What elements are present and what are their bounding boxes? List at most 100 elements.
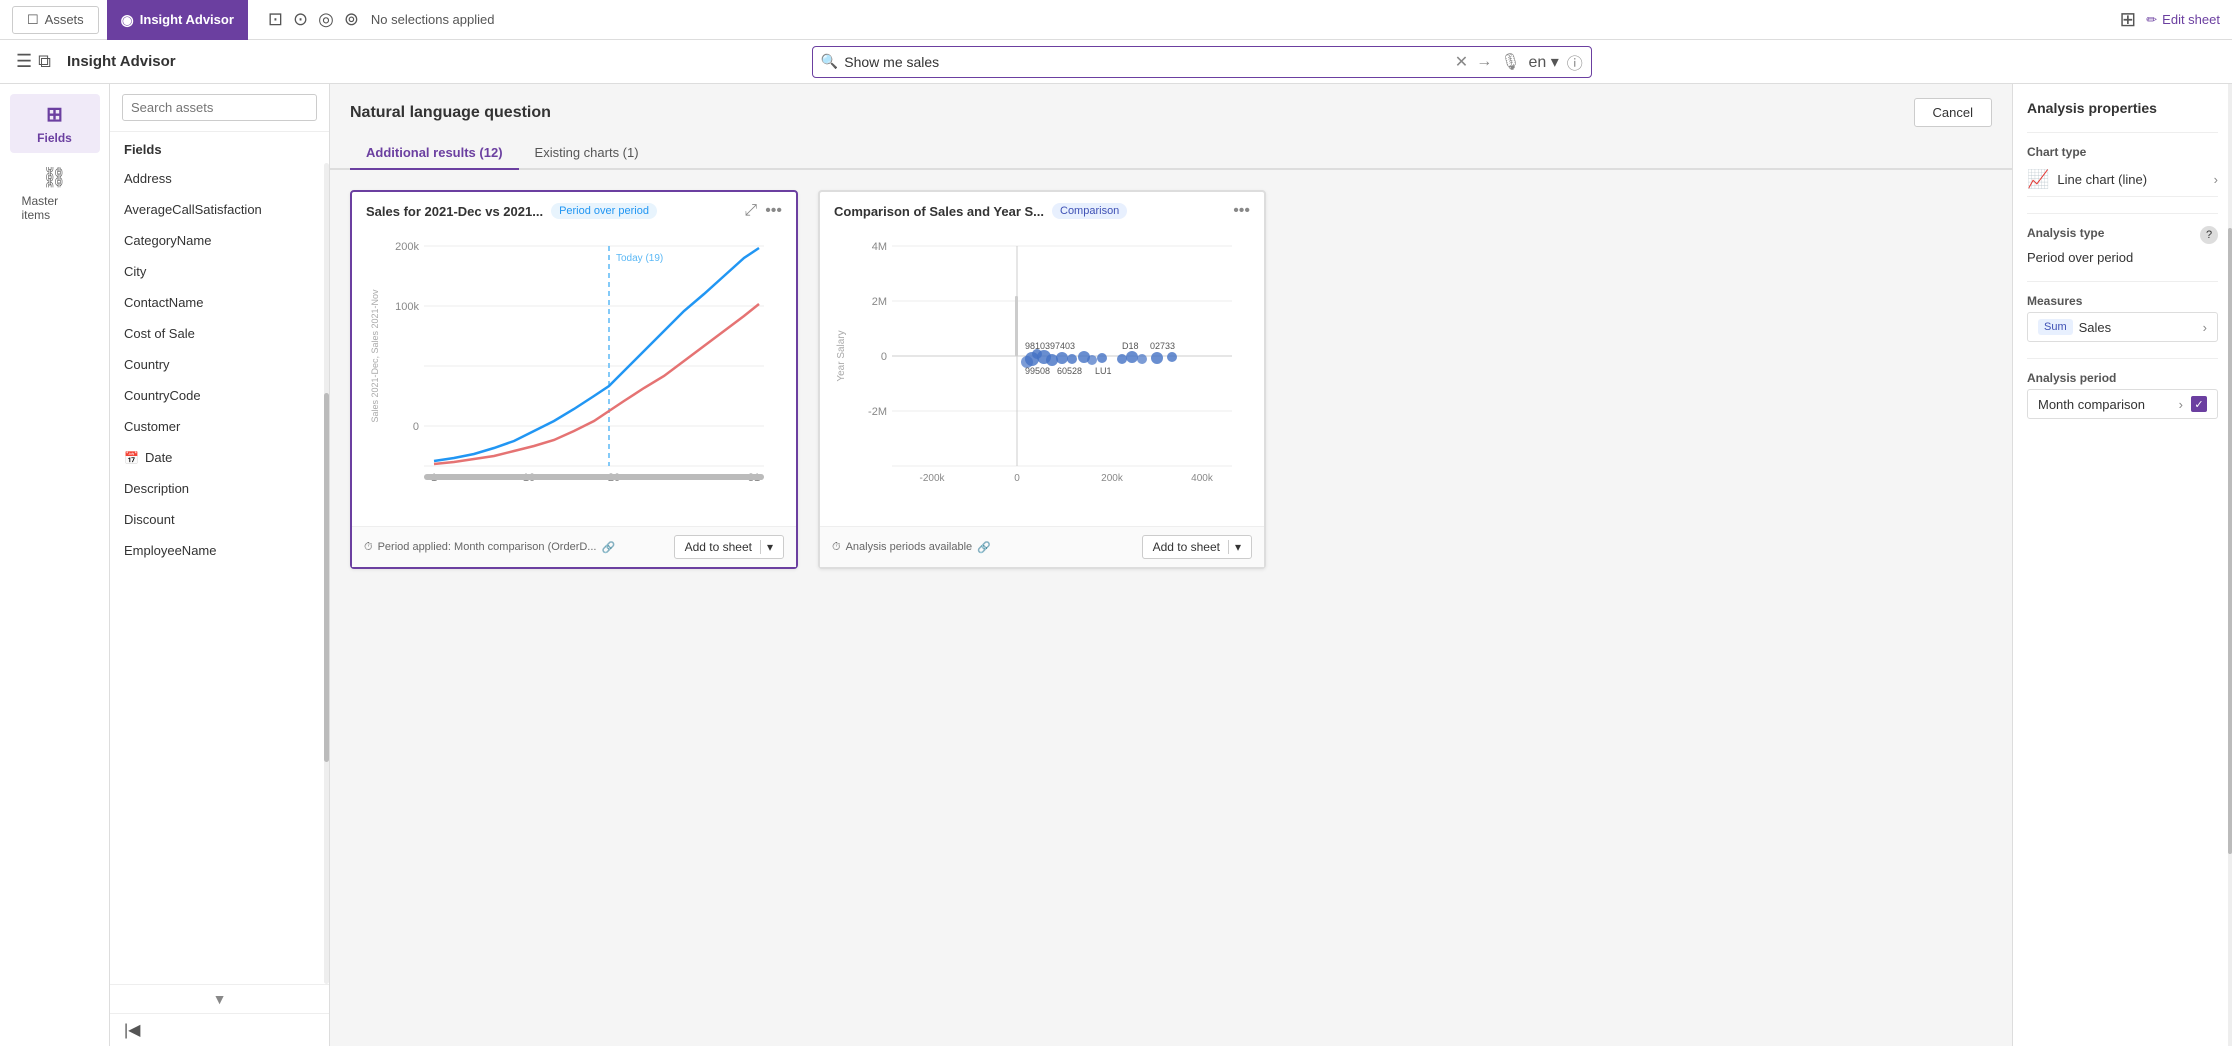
charts-grid: Sales for 2021-Dec vs 2021... Period ove…: [330, 170, 2012, 1046]
sidebar-item-master-items[interactable]: ⛓ Master items: [10, 157, 100, 230]
measures-row[interactable]: Sum Sales ›: [2027, 312, 2218, 342]
scope-icon[interactable]: ◎: [318, 9, 334, 30]
field-item[interactable]: Description: [110, 473, 329, 504]
month-comparison-checkbox[interactable]: ✓: [2191, 396, 2207, 412]
fields-scrollbar-track: [324, 163, 329, 984]
fields-scroll-down[interactable]: ▼: [110, 984, 329, 1013]
cancel-button[interactable]: Cancel: [1914, 98, 1992, 127]
field-name: EmployeeName: [124, 543, 217, 558]
svg-text:97403: 97403: [1050, 341, 1075, 351]
link-icon[interactable]: 🔗: [601, 541, 615, 554]
lasso-icon[interactable]: ⊙: [293, 9, 308, 30]
search-arrow-icon[interactable]: →: [1476, 53, 1492, 71]
circle-select-icon[interactable]: ⊚: [344, 9, 359, 30]
field-item[interactable]: CountryCode: [110, 380, 329, 411]
line-chart-icon: 📈: [2027, 169, 2049, 190]
microphone-icon[interactable]: 🎙: [1500, 52, 1520, 72]
field-item[interactable]: CategoryName: [110, 225, 329, 256]
chart2-actions: •••: [1233, 202, 1250, 220]
chart1-footer-left: ⏱ Period applied: Month comparison (Orde…: [364, 541, 615, 554]
chart-type-chevron[interactable]: ›: [2214, 172, 2218, 187]
field-item[interactable]: Discount: [110, 504, 329, 535]
clock2-icon: ⏱: [832, 541, 841, 554]
search-magnifier-icon: 🔍: [821, 53, 838, 70]
chart1-title: Sales for 2021-Dec vs 2021...: [366, 204, 543, 219]
field-name: City: [124, 264, 146, 279]
field-item[interactable]: ContactName: [110, 287, 329, 318]
svg-text:0: 0: [413, 421, 419, 433]
fields-list: Address AverageCallSatisfaction CategoryNa…: [110, 163, 329, 566]
svg-text:0: 0: [1014, 473, 1020, 484]
svg-text:D18: D18: [1122, 341, 1139, 351]
right-panel-title: Analysis properties: [2027, 100, 2218, 116]
field-name: CountryCode: [124, 388, 201, 403]
chart2-add-sheet-btn[interactable]: Add to sheet ▾: [1142, 535, 1252, 559]
field-name: Cost of Sale: [124, 326, 195, 341]
link2-icon[interactable]: 🔗: [977, 541, 991, 554]
field-item[interactable]: City: [110, 256, 329, 287]
chart1-more-icon[interactable]: •••: [765, 202, 782, 220]
svg-text:2M: 2M: [872, 296, 887, 308]
field-item[interactable]: Cost of Sale: [110, 318, 329, 349]
analysis-type-label: Analysis type: [2027, 226, 2104, 240]
analysis-type-header: Analysis type ?: [2027, 226, 2218, 244]
chart1-actions: ⤢ •••: [744, 202, 782, 220]
chart2-add-arrow[interactable]: ▾: [1228, 540, 1241, 554]
tab-insight-advisor[interactable]: ◉ Insight Advisor: [107, 0, 248, 40]
panel-toggle-split[interactable]: ⧉: [38, 51, 51, 72]
grid-icon[interactable]: ⊞: [2120, 7, 2137, 32]
left-sidebar: ⊞ Fields ⛓ Master items: [0, 84, 110, 1046]
measures-row-content: Sum Sales: [2038, 319, 2111, 335]
info-icon[interactable]: ⓘ: [1567, 50, 1583, 74]
advisor-label: Insight Advisor: [140, 12, 234, 27]
svg-text:60528: 60528: [1057, 366, 1082, 376]
assets-label: Assets: [45, 12, 84, 27]
chart1-body: 200k 100k 0 Sales 2021-Dec, Sales 2021-N…: [352, 226, 796, 526]
field-item[interactable]: Customer: [110, 411, 329, 442]
svg-text:98103: 98103: [1025, 341, 1050, 351]
panel-toggle-sidebar[interactable]: ☰: [16, 51, 32, 72]
tab-additional-results[interactable]: Additional results (12): [350, 137, 519, 170]
fields-section-label: Fields: [110, 132, 329, 163]
chart1-svg: 200k 100k 0 Sales 2021-Dec, Sales 2021-N…: [362, 226, 786, 486]
chart2-more-icon[interactable]: •••: [1233, 202, 1250, 220]
field-name: AverageCallSatisfaction: [124, 202, 262, 217]
sidebar-fields-label: Fields: [37, 131, 72, 145]
fields-search-input[interactable]: [122, 94, 317, 121]
lang-selector[interactable]: en ▾: [1529, 52, 1559, 72]
field-name: Address: [124, 171, 172, 186]
svg-text:-2M: -2M: [868, 406, 887, 418]
field-icon: 📅: [124, 451, 139, 465]
sidebar-item-fields[interactable]: ⊞ Fields: [10, 94, 100, 153]
content-title: Natural language question: [350, 104, 551, 122]
analysis-help-icon[interactable]: ?: [2200, 226, 2218, 244]
field-name: Customer: [124, 419, 180, 434]
field-item[interactable]: AverageCallSatisfaction: [110, 194, 329, 225]
chart2-title-group: Comparison of Sales and Year S... Compar…: [834, 203, 1127, 219]
chart1-add-arrow[interactable]: ▾: [760, 540, 773, 554]
search-clear-icon[interactable]: ✕: [1455, 52, 1468, 72]
field-item[interactable]: 📅Date: [110, 442, 329, 473]
chart1-expand-icon[interactable]: ⤢: [744, 202, 757, 220]
chart2-footer-left: ⏱ Analysis periods available 🔗: [832, 541, 991, 554]
edit-sheet-button[interactable]: ✏ Edit sheet: [2146, 12, 2220, 28]
svg-text:0: 0: [881, 351, 887, 363]
svg-text:Sales 2021-Dec, Sales 2021-Nov: Sales 2021-Dec, Sales 2021-Nov: [370, 289, 380, 423]
field-name: Discount: [124, 512, 175, 527]
tab-assets[interactable]: ☐ Assets: [12, 6, 99, 34]
collapse-fields[interactable]: |◀: [110, 1013, 329, 1046]
month-comparison-chevron[interactable]: ›: [2179, 397, 2183, 412]
right-section-measures: Measures Sum Sales ›: [2027, 281, 2218, 342]
field-item[interactable]: Address: [110, 163, 329, 194]
search-input[interactable]: [844, 54, 1449, 70]
chart2-badge: Comparison: [1052, 203, 1127, 219]
search-bar-right: ✕ → 🎙 en ▾ ⓘ: [1455, 50, 1583, 74]
select-icon[interactable]: ⊡: [268, 9, 283, 30]
field-item[interactable]: Country: [110, 349, 329, 380]
field-item[interactable]: EmployeeName: [110, 535, 329, 566]
chart1-add-sheet-btn[interactable]: Add to sheet ▾: [674, 535, 784, 559]
svg-text:200k: 200k: [1101, 473, 1124, 484]
svg-text:02733: 02733: [1150, 341, 1175, 351]
fields-panel: Fields Address AverageCallSatisfaction Cat…: [110, 84, 330, 1046]
tab-existing-charts[interactable]: Existing charts (1): [519, 137, 655, 170]
